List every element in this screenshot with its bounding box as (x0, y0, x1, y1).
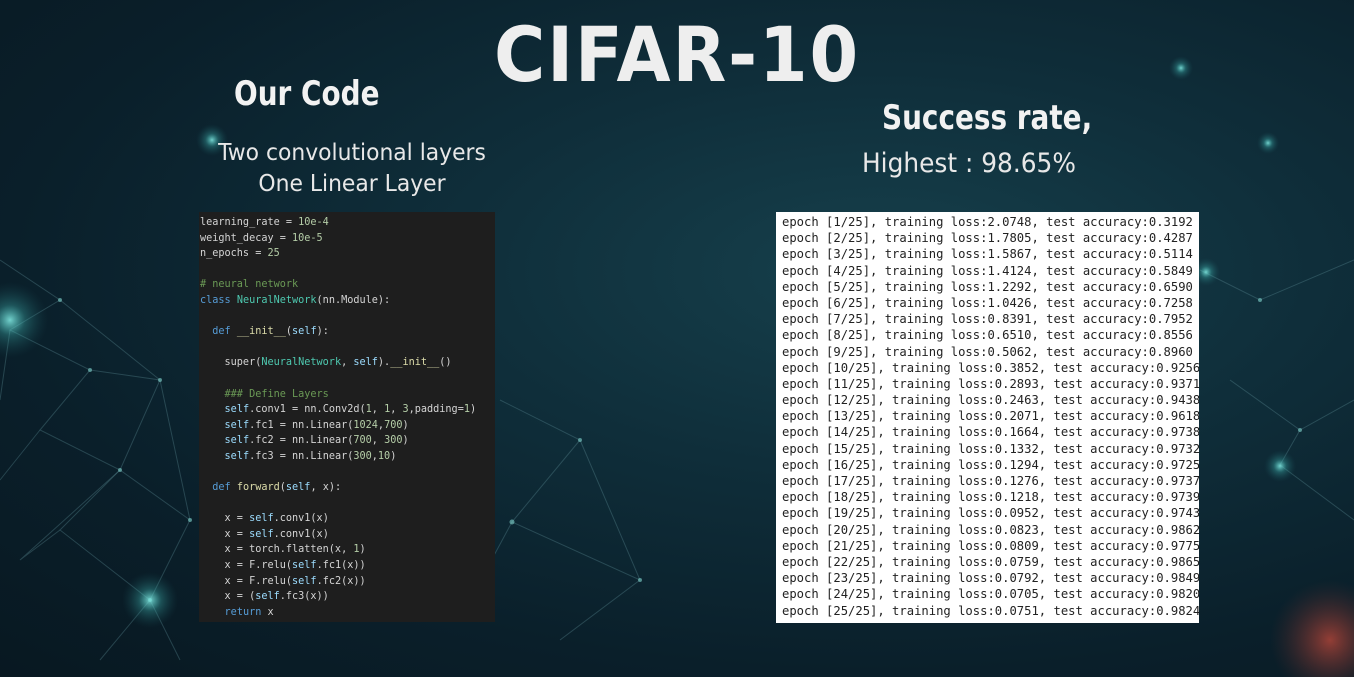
log-line: epoch [12/25], training loss:0.2463, tes… (782, 393, 1199, 408)
training-log: epoch [1/25], training loss:2.0748, test… (776, 212, 1199, 623)
code-line: x = torch.flatten(x, 1) (200, 544, 366, 556)
log-line: epoch [20/25], training loss:0.0823, tes… (782, 522, 1199, 537)
code-line: self.conv1 = nn.Conv2d(1, 1, 3,padding=1… (224, 404, 477, 416)
code-line: x = F.relu(self.fc1(x)) (200, 560, 366, 572)
log-line: epoch [1/25], training loss:2.0748, test… (782, 215, 1193, 229)
log-line: epoch [21/25], training loss:0.0809, tes… (782, 538, 1199, 553)
log-line: epoch [15/25], training loss:0.1332, tes… (782, 441, 1199, 456)
code-line: x = (self.fc3(x)) (200, 591, 329, 603)
log-line: epoch [22/25], training loss:0.0759, tes… (782, 554, 1199, 569)
code-line: x = F.relu(self.fc2(x)) (200, 575, 366, 587)
log-line: epoch [16/25], training loss:0.1294, tes… (782, 457, 1199, 472)
log-line: epoch [9/25], training loss:0.5062, test… (782, 344, 1193, 359)
code-line: ### Define Layers (200, 388, 329, 400)
code-line: class NeuralNetwork(nn.Module): (200, 294, 391, 306)
log-line: epoch [10/25], training loss:0.3852, tes… (782, 360, 1199, 375)
code-line: self.fc3 = nn.Linear(300,10) (224, 450, 397, 462)
log-line: epoch [4/25], training loss:1.4124, test… (782, 263, 1193, 278)
code-line: n_epochs = 25 (200, 248, 280, 260)
code-heading: Our Code (234, 74, 380, 114)
code-subtitle-line2: One Linear Layer (258, 171, 446, 197)
log-line: epoch [3/25], training loss:1.5867, test… (782, 247, 1193, 262)
log-line: epoch [17/25], training loss:0.1276, tes… (782, 474, 1199, 488)
code-subtitle-line1: Two convolutional layers (218, 140, 486, 166)
log-line: epoch [23/25], training loss:0.0792, tes… (782, 571, 1199, 586)
code-line: weight_decay = 10e-5 (200, 232, 323, 244)
code-snippet: learning_rate = 10e-4 weight_decay = 10e-… (199, 212, 495, 622)
highest-accuracy: Highest : 98.65% (862, 148, 1076, 179)
log-line: epoch [5/25], training loss:1.2292, test… (782, 279, 1193, 294)
log-line: epoch [19/25], training loss:0.0952, tes… (782, 506, 1199, 521)
log-line: epoch [14/25], training loss:0.1664, tes… (782, 425, 1199, 440)
code-line: self.fc2 = nn.Linear(700, 300) (224, 435, 409, 447)
code-line: x = self.conv1(x) (200, 528, 329, 540)
code-line: def forward(self, x): (212, 482, 342, 494)
code-line: def __init__(self): (212, 326, 329, 338)
log-line: epoch [7/25], training loss:0.8391, test… (782, 312, 1193, 327)
success-rate-heading: Success rate, (882, 98, 1093, 138)
log-line: epoch [11/25], training loss:0.2893, tes… (782, 376, 1199, 391)
code-line: self.fc1 = nn.Linear(1024,700) (224, 419, 409, 431)
log-line: epoch [13/25], training loss:0.2071, tes… (782, 409, 1199, 424)
log-line: epoch [24/25], training loss:0.0705, tes… (782, 587, 1199, 602)
log-line: epoch [6/25], training loss:1.0426, test… (782, 295, 1193, 310)
log-line: epoch [25/25], training loss:0.0751, tes… (782, 603, 1199, 618)
log-line: epoch [8/25], training loss:0.6510, test… (782, 328, 1193, 343)
log-line: epoch [2/25], training loss:1.7805, test… (782, 231, 1193, 246)
log-line: epoch [18/25], training loss:0.1218, tes… (782, 490, 1199, 505)
code-line: x = self.conv1(x) (200, 513, 329, 525)
code-line: super(NeuralNetwork, self).__init__() (200, 357, 452, 369)
code-line: # neural network (200, 279, 299, 291)
code-line: return x (224, 606, 274, 618)
code-line: learning_rate = 10e-4 (200, 217, 329, 228)
